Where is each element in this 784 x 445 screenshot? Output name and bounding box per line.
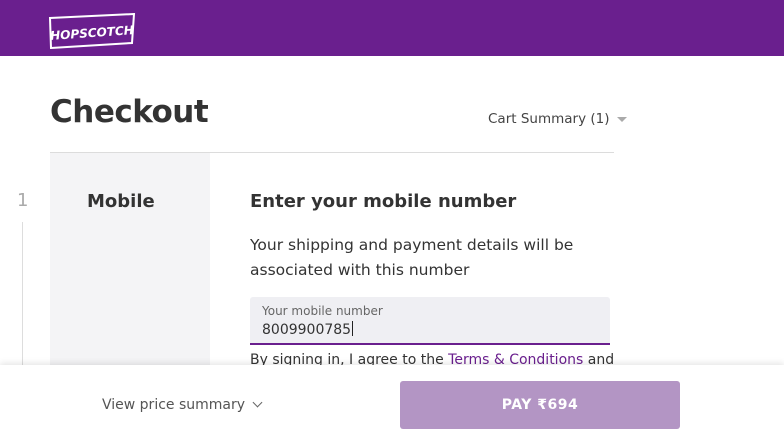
hopscotch-logo[interactable]: HOPSCOTCH <box>47 13 137 49</box>
step-number: 1 <box>17 190 29 211</box>
pay-button[interactable]: PAY ₹694 <box>400 381 680 429</box>
step-sidebar: Mobile <box>50 153 210 373</box>
top-header: HOPSCOTCH <box>0 0 784 56</box>
view-price-summary-button[interactable]: View price summary <box>102 397 263 413</box>
bottom-bar: View price summary PAY ₹694 <box>0 365 784 445</box>
chevron-down-icon <box>252 397 263 408</box>
step-label: Mobile <box>87 191 155 212</box>
view-price-summary-label: View price summary <box>102 397 246 413</box>
text-cursor <box>352 321 354 336</box>
mobile-section-description: Your shipping and payment details will b… <box>250 236 574 279</box>
mobile-number-field[interactable]: Your mobile number 8009900785 <box>250 297 610 345</box>
cart-summary-toggle[interactable]: Cart Summary (1) <box>488 111 627 127</box>
caret-down-icon <box>616 117 627 122</box>
mobile-number-label: Your mobile number <box>262 304 383 318</box>
mobile-section-heading: Enter your mobile number <box>250 191 517 212</box>
page-title: Checkout <box>50 94 209 130</box>
mobile-number-value: 8009900785 <box>262 322 352 338</box>
mobile-number-input[interactable]: 8009900785 <box>262 321 354 338</box>
cart-summary-label: Cart Summary (1) <box>488 111 610 127</box>
step-connector-line <box>22 222 23 372</box>
